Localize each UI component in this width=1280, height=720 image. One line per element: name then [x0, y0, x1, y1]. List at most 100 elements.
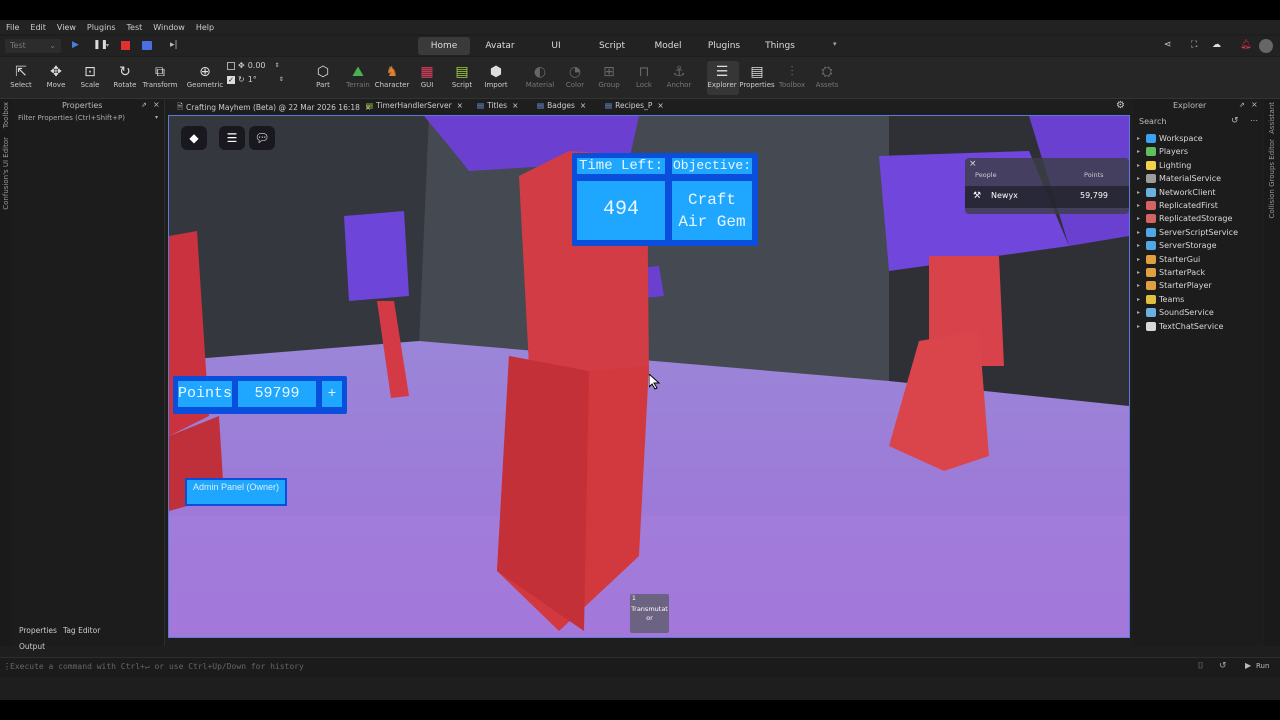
run-button[interactable]: Run	[1256, 662, 1269, 670]
doc-tab-timerhandler[interactable]: ▤ TimerHandlerServer ×	[366, 101, 463, 110]
scale-tool-button[interactable]: ⊡ Scale	[72, 63, 108, 89]
gear-icon[interactable]: ⚙︎	[1116, 100, 1125, 111]
tab-avatar[interactable]: Avatar	[477, 37, 523, 55]
snap-move-field[interactable]: ✥ 0.00 ⇕	[227, 61, 280, 70]
more-icon[interactable]: ⋯	[1250, 116, 1258, 125]
explorer-item[interactable]: ▸ TextChatService	[1137, 321, 1223, 331]
chat-icon[interactable]: 💬︎	[249, 126, 275, 150]
explorer-item[interactable]: ▸ NetworkClient	[1137, 187, 1216, 197]
popout-icon[interactable]: ⇗	[141, 101, 147, 109]
explorer-item[interactable]: ▸ StarterPlayer	[1137, 281, 1212, 291]
close-icon[interactable]: ×	[580, 101, 586, 110]
snap-move-checkbox[interactable]	[227, 61, 235, 70]
anchor-button[interactable]: ⚓︎ Anchor	[661, 63, 697, 89]
chevron-right-icon[interactable]: ▸	[1137, 148, 1146, 155]
history-icon[interactable]: ↺	[1219, 661, 1227, 671]
script-button[interactable]: ▤ Script	[444, 63, 480, 89]
explorer-item[interactable]: ▸ ReplicatedStorage	[1137, 214, 1232, 224]
tab-properties[interactable]: Properties	[19, 626, 57, 635]
collision-groups-side-tab[interactable]: Collision Groups Editor	[1268, 139, 1276, 218]
history-icon[interactable]: ↺	[1231, 116, 1239, 126]
explorer-item[interactable]: ▸ ServerScriptService	[1137, 227, 1238, 237]
select-tool-button[interactable]: ⇱ Select	[3, 63, 39, 89]
assets-toggle-button[interactable]: ⛭ Assets	[809, 63, 845, 89]
chevron-right-icon[interactable]: ▸	[1137, 242, 1146, 249]
command-input[interactable]: Execute a command with Ctrl+↵ or use Ctr…	[10, 662, 304, 671]
chevron-right-icon[interactable]: ▸	[1137, 215, 1146, 222]
menu-help[interactable]: Help	[196, 23, 214, 32]
assistant-side-tab[interactable]: Assistant	[1268, 102, 1276, 134]
snap-rotate-field[interactable]: ✓ ↻ 1° ⇕	[227, 75, 284, 84]
tab-things[interactable]: Things	[760, 37, 800, 55]
toolbox-side-tab[interactable]: Toolbox	[2, 102, 10, 128]
chevron-right-icon[interactable]: ▸	[1137, 229, 1146, 236]
toolbox-toggle-button[interactable]: ⫶ Toolbox	[774, 63, 810, 89]
explorer-toggle-button[interactable]: ☰ Explorer	[704, 63, 740, 89]
collaborate-icon[interactable]: ⛶	[1191, 40, 1197, 50]
import-button[interactable]: ⬢ Import	[478, 63, 514, 89]
roblox-logo-icon[interactable]: ◆	[181, 126, 207, 150]
tab-ui[interactable]: UI	[540, 37, 572, 55]
close-icon[interactable]: ×	[457, 101, 463, 110]
snap-rotate-checkbox[interactable]: ✓	[227, 75, 235, 84]
terrain-button[interactable]: ⛰ Terrain	[340, 63, 376, 89]
stop-icon[interactable]	[121, 41, 130, 50]
properties-toggle-button[interactable]: ▤ Properties	[739, 63, 775, 89]
output-label[interactable]: Output	[19, 642, 45, 651]
chevron-right-icon[interactable]: ▸	[1137, 296, 1146, 303]
group-button[interactable]: ⊞ Group	[591, 63, 627, 89]
explorer-search-input[interactable]: Search	[1135, 115, 1243, 129]
close-icon[interactable]: ×	[657, 101, 663, 110]
tab-home[interactable]: Home	[418, 37, 470, 55]
tab-model[interactable]: Model	[648, 37, 688, 55]
chevron-right-icon[interactable]: ▸	[1137, 269, 1146, 276]
doc-tab-badges[interactable]: ▤ Badges ×	[537, 101, 586, 110]
chevron-down-icon[interactable]: ▾	[106, 42, 109, 49]
move-tool-button[interactable]: ✥ Move	[38, 63, 74, 89]
explorer-item[interactable]: ▸ Lighting	[1137, 160, 1191, 170]
explorer-item[interactable]: ▸ Players	[1137, 147, 1188, 157]
explorer-item[interactable]: ▸ StarterGui	[1137, 254, 1200, 264]
color-button[interactable]: ◔ Color	[557, 63, 593, 89]
explorer-item[interactable]: ▸ Teams	[1137, 294, 1184, 304]
ui-editor-side-tab[interactable]: Confusion's UI Editor	[2, 137, 10, 210]
chevron-right-icon[interactable]: ▸	[1137, 202, 1146, 209]
admin-panel-button[interactable]: Admin Panel (Owner)	[185, 478, 287, 506]
explorer-item[interactable]: ▸ ServerStorage	[1137, 241, 1217, 251]
chevron-right-icon[interactable]: ▸	[1137, 135, 1146, 142]
explorer-item[interactable]: ▸ StarterPack	[1137, 268, 1205, 277]
share-icon[interactable]: ⋖	[1164, 40, 1172, 50]
geometric-mode-button[interactable]: ⊕ Geometric	[186, 63, 224, 89]
tab-plugins[interactable]: Plugins	[703, 37, 745, 55]
material-button[interactable]: ◐ Material	[522, 63, 558, 89]
menu-edit[interactable]: Edit	[30, 23, 46, 32]
doc-tab-recipes[interactable]: ▤ Recipes_P ×	[605, 101, 664, 110]
character-button[interactable]: ♞ Character	[374, 63, 410, 89]
menu-test[interactable]: Test	[127, 23, 143, 32]
chevron-right-icon[interactable]: ▸	[1137, 256, 1146, 263]
tab-tag-editor[interactable]: Tag Editor	[63, 626, 100, 635]
chevron-down-icon[interactable]: ▾	[155, 114, 158, 121]
bookmark-icon[interactable]: ⌷	[1198, 661, 1203, 671]
chevron-right-icon[interactable]: ▸	[1137, 282, 1146, 289]
chevron-right-icon[interactable]: ▸	[1137, 175, 1146, 182]
menu-file[interactable]: File	[6, 23, 19, 32]
close-icon[interactable]: ×	[153, 100, 160, 109]
popout-icon[interactable]: ⇗	[1239, 101, 1245, 109]
gui-button[interactable]: ▦ GUI	[409, 63, 445, 89]
chevron-right-icon[interactable]: ▸	[1137, 162, 1146, 169]
close-icon[interactable]: ×	[1251, 100, 1258, 109]
client-server-icon[interactable]	[142, 41, 152, 50]
menu-hamburger-icon[interactable]: ☰	[219, 126, 245, 150]
doc-tab-titles[interactable]: ▤ Titles ×	[477, 101, 518, 110]
leaderboard-row[interactable]: ⚒ Newyx 59,799	[965, 186, 1129, 208]
play-icon[interactable]: ▶	[72, 40, 79, 50]
run-icon[interactable]: ▶	[1245, 661, 1251, 670]
cloud-icon[interactable]: ☁	[1212, 40, 1221, 50]
transform-tool-button[interactable]: ⧉ Transform	[142, 63, 178, 89]
menu-window[interactable]: Window	[153, 23, 185, 32]
points-plus-button[interactable]: +	[320, 379, 344, 409]
rotate-tool-button[interactable]: ↻ Rotate	[107, 63, 143, 89]
chevron-right-icon[interactable]: ▸	[1137, 189, 1146, 196]
step-icon[interactable]: ▸|	[170, 40, 178, 50]
